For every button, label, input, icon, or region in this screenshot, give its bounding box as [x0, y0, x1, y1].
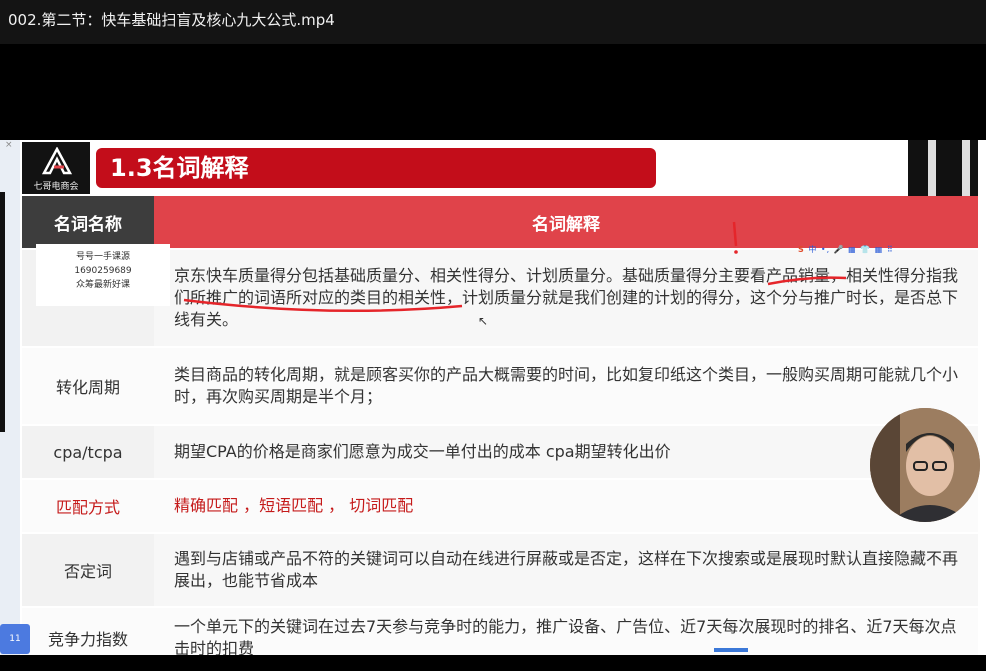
watermark-line: 众筹最新好课 — [75, 280, 130, 290]
row-term: cpa/tcpa — [22, 426, 154, 478]
row-description: 精确匹配 ，短语匹配 ， 切词匹配 — [154, 480, 978, 532]
row-term: 匹配方式 — [22, 480, 154, 532]
logo-caption: 七哥电商会 — [33, 182, 79, 192]
window-titlebar: 002.第二节：快车基础扫盲及核心九大公式.mp4 — [0, 0, 986, 44]
slide-frame: × 七哥电商会 1.3名词解释 名词名称 名词解释 京东快车质量得分包括基础质量… — [0, 140, 986, 655]
header-term: 名词名称 — [22, 196, 154, 248]
row-description: 一个单元下的关键词在过去7天参与竞争时的能力，推广设备、广告位、近7天每次展现时… — [154, 608, 978, 655]
mouse-cursor-icon: ↖ — [478, 314, 489, 328]
table-row: 转化周期 类目商品的转化周期，就是顾客买你的产品大概需要的时间，比如复印纸这个类… — [22, 346, 978, 424]
left-edge-strip: × — [0, 140, 20, 655]
table-row: 竞争力指数 一个单元下的关键词在过去7天参与竞争时的能力，推广设备、广告位、近7… — [22, 606, 978, 655]
row-description: 遇到与店铺或产品不符的关键词可以自动在线进行屏蔽或是否定，这样在下次搜索或是展现… — [154, 534, 978, 606]
ime-toolbar-items: 中 •, 🎤 ▦ 👕 ▦ ⠿ — [808, 245, 894, 254]
close-icon[interactable]: × — [5, 140, 13, 150]
watermark-box: 号号一手课源 1690259689 众筹最新好课 — [36, 244, 170, 306]
presenter-webcam — [870, 408, 980, 522]
playback-indicator — [714, 648, 748, 652]
row-term: 竞争力指数 — [22, 608, 154, 655]
table-row: 否定词 遇到与店铺或产品不符的关键词可以自动在线进行屏蔽或是否定，这样在下次搜索… — [22, 532, 978, 606]
logo-mark-icon — [42, 147, 72, 175]
decorative-bars — [908, 140, 978, 196]
table-row: 匹配方式 精确匹配 ，短语匹配 ， 切词匹配 — [22, 478, 978, 532]
table-row: cpa/tcpa 期望CPA的价格是商家们愿意为成交一单付出的成本 cpa期望转… — [22, 424, 978, 478]
row-description: 京东快车质量得分包括基础质量分、相关性得分、计划质量分。基础质量得分主要看产品销… — [154, 250, 978, 346]
table-header: 名词名称 名词解释 — [22, 196, 978, 248]
header-explanation: 名词解释 — [154, 196, 978, 248]
side-panel-edge — [0, 192, 5, 432]
brand-logo: 七哥电商会 — [22, 142, 90, 194]
row-description: 期望CPA的价格是商家们愿意为成交一单付出的成本 cpa期望转化出价 — [154, 426, 978, 478]
row-term: 转化周期 — [22, 348, 154, 424]
window-title: 002.第二节：快车基础扫盲及核心九大公式.mp4 — [8, 11, 335, 29]
watermark-line: 号号一手课源 — [75, 252, 130, 262]
presenter-avatar-icon — [870, 408, 980, 522]
ime-logo-icon: S — [798, 245, 805, 254]
row-description: 类目商品的转化周期，就是顾客买你的产品大概需要的时间，比如复印纸这个类目，一般购… — [154, 348, 978, 424]
watermark-line: 1690259689 — [74, 266, 132, 276]
ime-toolbar[interactable]: S 中 •, 🎤 ▦ 👕 ▦ ⠿ — [798, 244, 908, 256]
notification-badge[interactable]: 11 — [0, 624, 30, 654]
row-term: 否定词 — [22, 534, 154, 606]
section-title: 1.3名词解释 — [96, 148, 656, 188]
